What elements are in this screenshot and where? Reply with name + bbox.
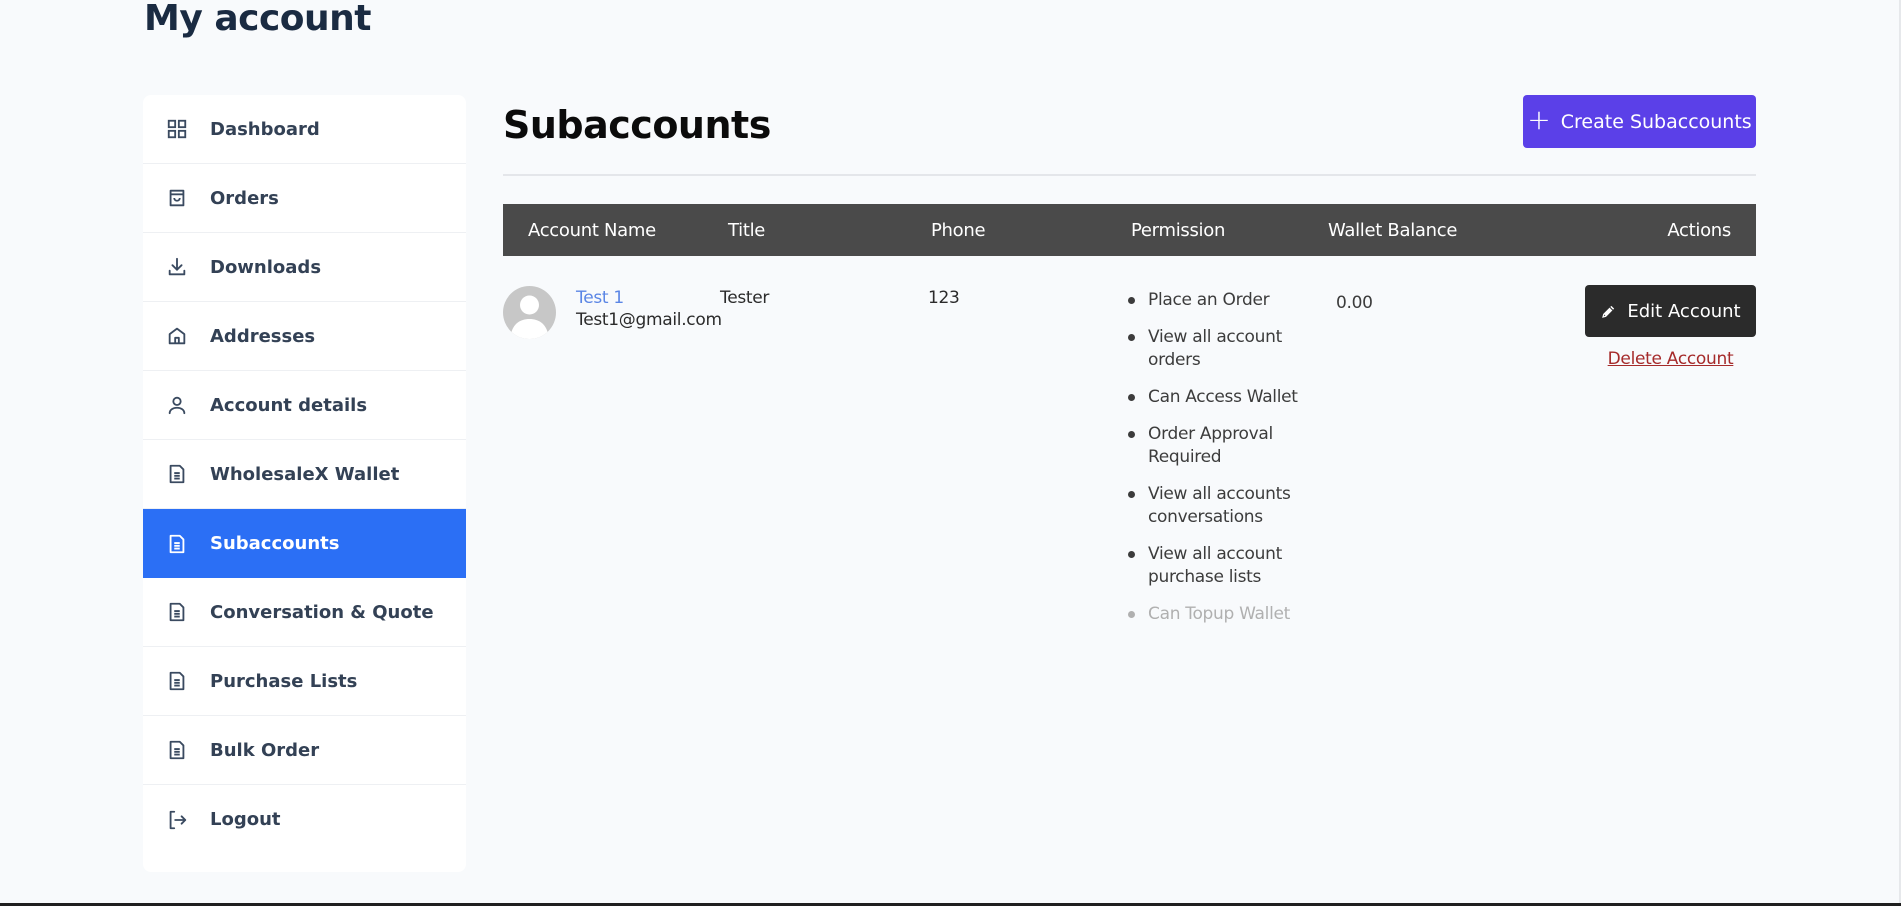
sidebar-item-subaccounts[interactable]: Subaccounts bbox=[143, 509, 466, 578]
permission-list: Place an Order View all account orders C… bbox=[1128, 289, 1328, 626]
header-wallet-balance: Wallet Balance bbox=[1328, 219, 1458, 241]
sidebar-item-orders[interactable]: Orders bbox=[143, 164, 466, 233]
user-icon bbox=[166, 394, 188, 416]
subaccounts-table: Account Name Title Phone Permission Wall… bbox=[503, 204, 1756, 640]
page-title: My account bbox=[144, 0, 372, 39]
logout-icon bbox=[166, 809, 188, 831]
header-title: Title bbox=[728, 219, 766, 241]
header-phone: Phone bbox=[931, 219, 986, 241]
account-name-cell: Test 1 Test1@gmail.com bbox=[503, 256, 728, 640]
account-title: Tester bbox=[720, 288, 770, 308]
shopping-bag-icon bbox=[166, 187, 188, 209]
document-icon bbox=[166, 670, 188, 692]
sidebar-item-purchase-lists[interactable]: Purchase Lists bbox=[143, 647, 466, 716]
edit-account-button[interactable]: Edit Account bbox=[1585, 285, 1756, 337]
subaccounts-panel: Subaccounts + Create Subaccounts Account… bbox=[503, 95, 1756, 640]
sidebar-item-logout[interactable]: Logout bbox=[143, 785, 466, 854]
permission-item: View all account orders bbox=[1128, 326, 1328, 372]
sidebar-item-bulk-order[interactable]: Bulk Order bbox=[143, 716, 466, 785]
account-phone: 123 bbox=[928, 288, 960, 308]
document-icon bbox=[166, 463, 188, 485]
header-permission: Permission bbox=[1131, 219, 1226, 241]
dashboard-grid-icon bbox=[166, 118, 188, 140]
pencil-icon bbox=[1602, 305, 1615, 318]
create-subaccounts-button[interactable]: + Create Subaccounts bbox=[1523, 95, 1756, 148]
sidebar-item-label: Orders bbox=[210, 187, 279, 209]
header-account-name: Account Name bbox=[528, 219, 656, 241]
wallet-balance: 0.00 bbox=[1336, 293, 1373, 313]
account-email: Test1@gmail.com bbox=[576, 310, 722, 330]
permission-item-disabled: Can Topup Wallet bbox=[1128, 603, 1328, 626]
title-cell: Tester bbox=[720, 256, 928, 640]
permission-item: Place an Order bbox=[1128, 289, 1328, 312]
permission-item: View all account purchase lists bbox=[1128, 543, 1328, 589]
sidebar-item-addresses[interactable]: Addresses bbox=[143, 302, 466, 371]
sidebar-item-label: Conversation & Quote bbox=[210, 601, 434, 623]
table-row: Test 1 Test1@gmail.com Tester 123 Place … bbox=[503, 256, 1756, 640]
account-name-link[interactable]: Test 1 bbox=[576, 288, 722, 308]
account-sidebar: Dashboard Orders Downloads Addresses Acc… bbox=[143, 95, 466, 872]
sidebar-item-label: Dashboard bbox=[210, 118, 320, 140]
phone-cell: 123 bbox=[928, 256, 1128, 640]
sidebar-item-label: Logout bbox=[210, 809, 281, 830]
sidebar-item-label: Bulk Order bbox=[210, 739, 320, 761]
document-icon bbox=[166, 601, 188, 623]
avatar bbox=[503, 286, 556, 339]
create-subaccounts-label: Create Subaccounts bbox=[1560, 110, 1752, 133]
actions-cell: Edit Account Delete Account bbox=[1528, 256, 1756, 640]
permission-cell: Place an Order View all account orders C… bbox=[1128, 256, 1328, 640]
permission-item: Can Access Wallet bbox=[1128, 386, 1328, 409]
wallet-balance-cell: 0.00 bbox=[1328, 256, 1528, 640]
download-icon bbox=[166, 256, 188, 278]
sidebar-item-label: WholesaleX Wallet bbox=[210, 463, 400, 485]
sidebar-item-account-details[interactable]: Account details bbox=[143, 371, 466, 440]
permission-item: View all accounts conversations bbox=[1128, 483, 1328, 529]
table-header-row: Account Name Title Phone Permission Wall… bbox=[503, 204, 1756, 256]
edit-account-label: Edit Account bbox=[1627, 300, 1741, 322]
sidebar-item-conversation-quote[interactable]: Conversation & Quote bbox=[143, 578, 466, 647]
sidebar-item-wholesalex-wallet[interactable]: WholesaleX Wallet bbox=[143, 440, 466, 509]
plus-icon: + bbox=[1527, 103, 1551, 136]
sidebar-item-dashboard[interactable]: Dashboard bbox=[143, 95, 466, 164]
sidebar-item-label: Downloads bbox=[210, 256, 322, 278]
sidebar-item-downloads[interactable]: Downloads bbox=[143, 233, 466, 302]
sidebar-item-label: Account details bbox=[210, 394, 368, 416]
document-icon bbox=[166, 739, 188, 761]
section-title: Subaccounts bbox=[503, 103, 771, 147]
sidebar-item-label: Subaccounts bbox=[210, 533, 340, 554]
header-actions: Actions bbox=[1667, 219, 1731, 241]
delete-account-link[interactable]: Delete Account bbox=[1608, 349, 1734, 369]
sidebar-item-label: Addresses bbox=[210, 325, 316, 347]
home-icon bbox=[166, 325, 188, 347]
document-icon bbox=[166, 533, 188, 555]
subaccounts-header: Subaccounts + Create Subaccounts bbox=[503, 95, 1756, 176]
permission-item: Order Approval Required bbox=[1128, 423, 1328, 469]
sidebar-item-label: Purchase Lists bbox=[210, 670, 358, 692]
